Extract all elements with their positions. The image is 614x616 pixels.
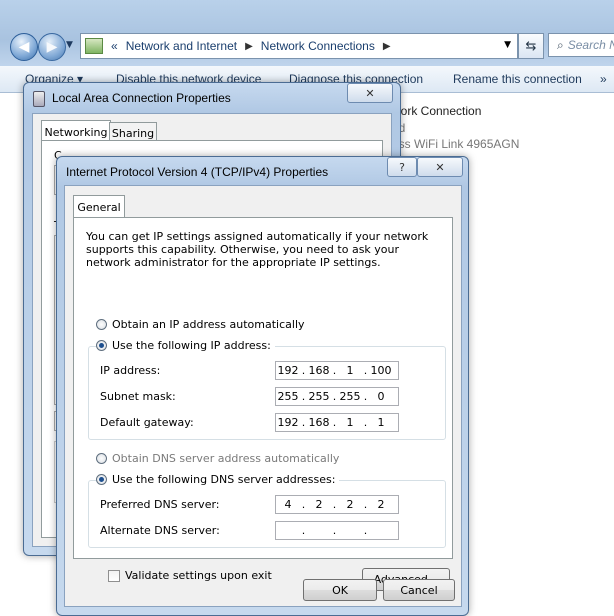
refresh-button[interactable]: ⇆ bbox=[518, 33, 544, 59]
ip-octet-1: 192 bbox=[277, 364, 299, 377]
control-panel-icon bbox=[85, 38, 103, 54]
radio-label: Use the following IP address: bbox=[112, 339, 271, 352]
close-icon: ✕ bbox=[435, 160, 445, 174]
ip-octet-4: 100 bbox=[370, 364, 392, 377]
pdns-octet-1: 4 bbox=[284, 498, 292, 511]
toolbar-overflow-icon[interactable]: » bbox=[600, 72, 607, 86]
preferred-dns-field[interactable]: 4. 2. 2. 2 bbox=[275, 495, 399, 514]
subnet-octet-2: 255 bbox=[308, 390, 330, 403]
gateway-octet-3: 1 bbox=[346, 416, 354, 429]
network-adapter-icon bbox=[33, 91, 45, 107]
help-icon: ? bbox=[399, 160, 405, 174]
subnet-octet-3: 255 bbox=[339, 390, 361, 403]
gateway-octet-2: 168 bbox=[308, 416, 330, 429]
close-button[interactable]: ✕ bbox=[347, 83, 393, 103]
forward-button[interactable]: ▶ bbox=[38, 33, 66, 61]
subnet-mask-field[interactable]: 255. 255. 255. 0 bbox=[275, 387, 399, 406]
help-button[interactable]: ? bbox=[387, 157, 417, 177]
search-icon: ⌕ bbox=[557, 37, 564, 52]
subnet-octet-4: 0 bbox=[377, 390, 385, 403]
search-input[interactable]: ⌕ Search Net bbox=[548, 33, 614, 57]
radio-indicator bbox=[96, 319, 107, 330]
use-static-ip-radio[interactable]: Use the following IP address: bbox=[96, 339, 275, 352]
obtain-dns-auto-radio[interactable]: Obtain DNS server address automatically bbox=[96, 452, 339, 465]
radio-label: Use the following DNS server addresses: bbox=[112, 473, 336, 486]
use-static-dns-radio[interactable]: Use the following DNS server addresses: bbox=[96, 473, 340, 486]
pdns-octet-4: 2 bbox=[377, 498, 385, 511]
preferred-dns-label: Preferred DNS server: bbox=[100, 498, 220, 511]
forward-arrow-icon: ▶ bbox=[46, 39, 58, 55]
ip-address-label: IP address: bbox=[100, 364, 161, 377]
checkbox-indicator bbox=[108, 569, 120, 582]
cancel-button[interactable]: Cancel bbox=[383, 579, 455, 601]
radio-indicator bbox=[96, 474, 107, 485]
rename-button[interactable]: Rename this connection bbox=[453, 72, 582, 86]
close-button[interactable]: ✕ bbox=[417, 157, 463, 177]
breadcrumb-network-and-internet[interactable]: Network and Internet bbox=[126, 39, 237, 53]
close-icon: ✕ bbox=[365, 86, 375, 100]
breadcrumb-network-connections[interactable]: Network Connections bbox=[261, 39, 375, 53]
general-panel: You can get IP settings assigned automat… bbox=[73, 217, 453, 591]
radio-indicator bbox=[96, 453, 107, 464]
pdns-octet-3: 2 bbox=[346, 498, 354, 511]
breadcrumb-separator-icon[interactable]: ▶ bbox=[245, 41, 253, 52]
subnet-mask-label: Subnet mask: bbox=[100, 390, 176, 403]
dialog-title: Internet Protocol Version 4 (TCP/IPv4) P… bbox=[66, 165, 329, 179]
connection-name[interactable]: work Connection bbox=[392, 104, 481, 118]
ip-octet-3: 1 bbox=[346, 364, 354, 377]
ip-octet-2: 168 bbox=[308, 364, 330, 377]
radio-label: Obtain DNS server address automatically bbox=[112, 452, 340, 465]
ipv4-properties-dialog: Internet Protocol Version 4 (TCP/IPv4) P… bbox=[56, 156, 469, 616]
subnet-octet-1: 255 bbox=[277, 390, 299, 403]
checkbox-label: Validate settings upon exit bbox=[125, 569, 272, 582]
alternate-dns-label: Alternate DNS server: bbox=[100, 524, 220, 537]
dialog-body: General You can get IP settings assigned… bbox=[64, 185, 462, 607]
address-bar[interactable]: « Network and Internet ▶ Network Connect… bbox=[80, 33, 518, 59]
gateway-octet-4: 1 bbox=[377, 416, 385, 429]
back-arrow-icon: ◀ bbox=[18, 39, 30, 55]
radio-indicator bbox=[96, 340, 107, 351]
ok-button[interactable]: OK bbox=[303, 579, 377, 601]
breadcrumb-overflow[interactable]: « bbox=[111, 39, 118, 53]
breadcrumb-separator-icon[interactable]: ▶ bbox=[383, 41, 391, 52]
address-dropdown-icon[interactable]: ▼ bbox=[504, 40, 511, 50]
ip-address-field[interactable]: 192. 168. 1. 100 bbox=[275, 361, 399, 380]
gateway-octet-1: 192 bbox=[277, 416, 299, 429]
tab-general[interactable]: General bbox=[73, 195, 125, 218]
description-text: You can get IP settings assigned automat… bbox=[86, 230, 429, 269]
connection-device: ess WiFi Link 4965AGN bbox=[392, 137, 520, 151]
validate-settings-checkbox[interactable]: Validate settings upon exit bbox=[108, 569, 272, 582]
obtain-ip-auto-radio[interactable]: Obtain an IP address automatically bbox=[96, 318, 305, 331]
back-button[interactable]: ◀ bbox=[10, 33, 38, 61]
recent-pages-chevron-icon[interactable]: ▼ bbox=[66, 40, 73, 50]
default-gateway-label: Default gateway: bbox=[100, 416, 194, 429]
pdns-octet-2: 2 bbox=[315, 498, 323, 511]
alternate-dns-field[interactable]: . . . bbox=[275, 521, 399, 540]
dialog-title: Local Area Connection Properties bbox=[52, 91, 231, 105]
refresh-icon: ⇆ bbox=[525, 38, 537, 54]
navigation-bar: ◀ ▶ ▼ « Network and Internet ▶ Network C… bbox=[0, 28, 614, 64]
default-gateway-field[interactable]: 192. 168. 1. 1 bbox=[275, 413, 399, 432]
radio-label: Obtain an IP address automatically bbox=[112, 318, 305, 331]
search-placeholder: Search Net bbox=[567, 38, 614, 52]
